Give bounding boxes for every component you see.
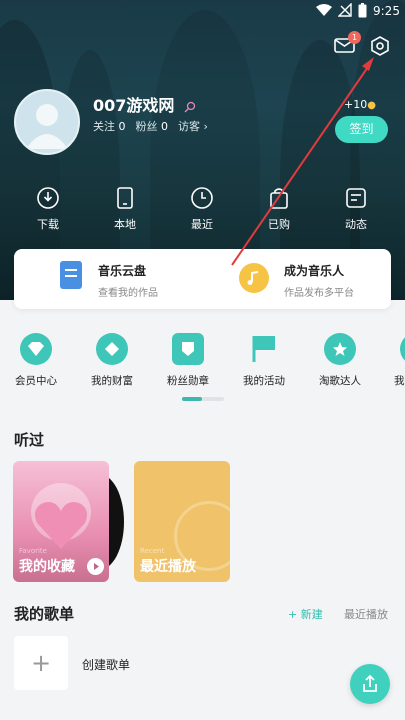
quick-action-local[interactable]: 本地 — [100, 186, 150, 232]
edit-icon[interactable] — [184, 101, 196, 113]
visitors-stat[interactable]: 访客 › — [178, 118, 208, 134]
recent-play-tile[interactable]: Recent 最近播放 — [134, 461, 230, 582]
badge-icon — [172, 333, 204, 365]
visitors-label: 访客 — [178, 120, 200, 133]
recent-small-label: Recent — [140, 547, 165, 555]
quick-action-download[interactable]: 下载 — [23, 186, 73, 232]
follow-stat[interactable]: 关注 0 — [93, 118, 126, 134]
feature-song-expert[interactable]: 淘歌达人 — [310, 333, 370, 388]
quick-action-recent[interactable]: 最近 — [177, 186, 227, 232]
quick-action-label: 下载 — [37, 218, 59, 231]
bell-icon: ● — [367, 100, 376, 111]
quick-action-label: 最近 — [191, 218, 213, 231]
feature-page-indicator — [182, 397, 224, 401]
settings-button[interactable] — [369, 35, 391, 57]
chevron-right-icon: › — [203, 120, 208, 133]
recent-playlist-filter[interactable]: 最近播放 — [344, 606, 388, 622]
feature-my-activities[interactable]: 我的活动 — [234, 333, 294, 388]
become-musician-card[interactable]: 成为音乐人 作品发布多平台 — [202, 249, 391, 309]
messages-button[interactable]: 1 — [334, 31, 361, 54]
new-playlist-button[interactable]: + 新建 — [288, 606, 323, 622]
favorites-small-label: Favorite — [19, 547, 47, 555]
music-cloud-subtitle: 查看我的作品 — [98, 288, 158, 299]
creator-cards: 音乐云盘 查看我的作品 成为音乐人 作品发布多平台 — [14, 249, 391, 309]
username-text: 007游戏网 — [93, 96, 175, 115]
quick-action-purchased[interactable]: 已购 — [254, 186, 304, 232]
fans-label: 粉丝 — [135, 120, 158, 133]
cloud-document-icon — [60, 261, 82, 289]
profile-stats: 关注 0 粉丝 0 访客 › — [93, 118, 208, 134]
quick-action-label: 本地 — [114, 218, 136, 231]
signal-icon — [338, 3, 352, 17]
feature-vip-center[interactable]: 会员中心 — [6, 333, 66, 388]
musician-title: 成为音乐人 — [284, 264, 345, 278]
signin-button[interactable]: 签到 — [335, 116, 388, 143]
follow-label: 关注 — [93, 120, 115, 133]
download-icon — [37, 187, 59, 209]
upload-icon — [363, 674, 377, 692]
create-playlist-button[interactable]: + — [14, 636, 68, 690]
wealth-icon — [96, 333, 128, 365]
more-icon — [400, 333, 405, 365]
feature-label: 淘歌达人 — [319, 375, 361, 387]
bag-icon — [270, 188, 288, 209]
flag-icon — [248, 333, 280, 365]
quick-action-feed[interactable]: 动态 — [331, 186, 381, 232]
phone-icon — [117, 187, 133, 209]
feature-label: 我的活动 — [243, 375, 285, 387]
feature-more[interactable]: 我 — [385, 333, 405, 388]
play-icon — [94, 563, 99, 570]
playlists-section-title: 我的歌单 — [14, 605, 75, 623]
clock-time: 9:25 — [373, 4, 400, 18]
feature-label: 会员中心 — [15, 375, 57, 387]
avatar[interactable] — [14, 89, 80, 155]
follow-count: 0 — [118, 120, 126, 133]
username[interactable]: 007游戏网 — [93, 92, 196, 116]
feature-label: 我的财富 — [91, 375, 133, 387]
feature-my-wealth[interactable]: 我的财富 — [82, 333, 142, 388]
musician-subtitle: 作品发布多平台 — [284, 288, 354, 299]
status-bar: 9:25 — [0, 0, 405, 24]
quick-action-label: 已购 — [268, 218, 290, 231]
wifi-icon — [316, 4, 332, 16]
music-cloud-title: 音乐云盘 — [98, 264, 147, 278]
default-avatar-icon — [26, 104, 68, 149]
plus-icon: + — [30, 649, 52, 677]
fans-count: 0 — [161, 120, 168, 133]
battery-icon — [358, 3, 367, 18]
create-playlist-label[interactable]: 创建歌单 — [82, 656, 130, 673]
play-button[interactable] — [87, 558, 104, 575]
feature-label: 粉丝勋章 — [167, 375, 209, 387]
quick-action-label: 动态 — [345, 218, 367, 231]
recent-label: 最近播放 — [140, 559, 196, 575]
feed-icon — [346, 188, 366, 208]
favorites-label: 我的收藏 — [19, 559, 75, 575]
feature-label: 我 — [394, 375, 405, 387]
diamond-icon — [20, 333, 52, 365]
fans-stat[interactable]: 粉丝 0 — [136, 118, 169, 134]
heart-icon — [35, 502, 87, 549]
favorites-tile[interactable]: Favorite 我的收藏 — [13, 461, 109, 582]
music-note-icon — [239, 263, 269, 293]
share-fab-button[interactable] — [350, 664, 390, 704]
star-icon — [324, 333, 356, 365]
heard-section-title: 听过 — [14, 431, 45, 449]
points-bonus-text: +10 — [344, 98, 368, 111]
settings-hexagon-icon — [371, 36, 389, 56]
music-cloud-card[interactable]: 音乐云盘 查看我的作品 — [14, 249, 202, 309]
mail-badge: 1 — [348, 31, 361, 44]
points-bonus: +10● — [344, 98, 376, 111]
feature-fan-badge[interactable]: 粉丝勋章 — [158, 333, 218, 388]
clock-icon — [191, 187, 213, 209]
